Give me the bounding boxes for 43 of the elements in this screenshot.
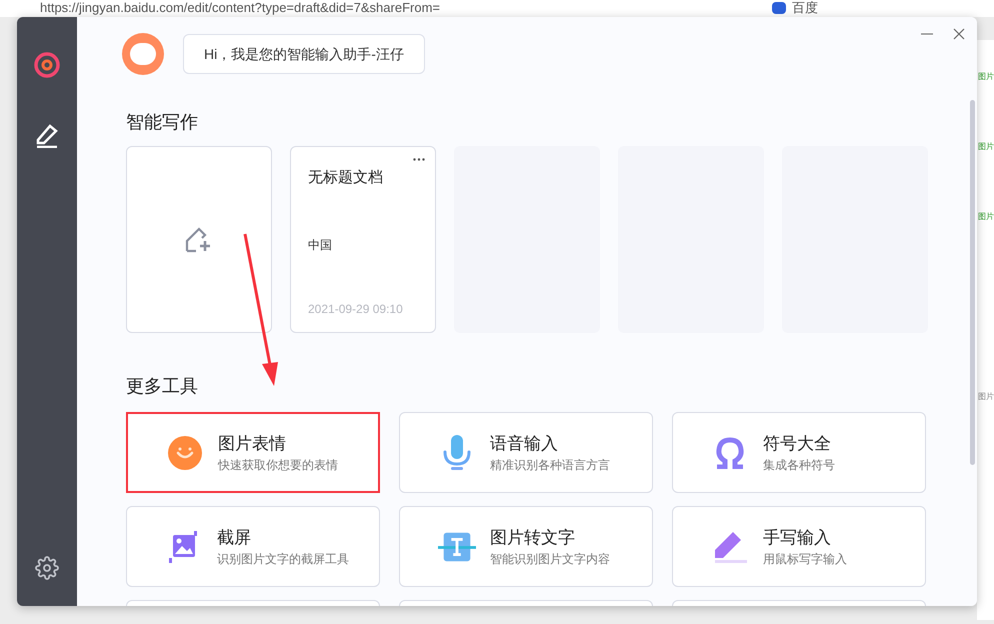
tool-name: 图片表情 — [218, 432, 287, 455]
search-engine-icon — [772, 2, 786, 14]
tool-card[interactable]: 图片表情 快速获取你想要的表情 — [126, 412, 380, 493]
document-excerpt: 中国 — [308, 236, 333, 254]
pencil-icon — [712, 530, 748, 564]
tool-description: 精准识别各种语言方言 — [490, 457, 610, 474]
section-title: 更多工具 — [126, 375, 199, 398]
tool-name: 图片转文字 — [490, 526, 576, 549]
smiley-icon — [168, 436, 202, 470]
tool-description: 识别图片文字的截屏工具 — [217, 551, 349, 568]
tool-description: 用鼠标写字输入 — [763, 551, 847, 568]
page-label: 图片 — [978, 72, 994, 82]
greeting-bubble: Hi，我是您的智能输入助手-汪仔 — [183, 34, 425, 74]
page-label: 图片 — [978, 392, 994, 402]
pen-icon[interactable] — [34, 122, 60, 148]
tool-card[interactable]: 语音输入 精准识别各种语言方言 — [399, 412, 653, 493]
search-engine-label[interactable]: 百度 — [792, 0, 818, 15]
url-text[interactable]: https://jingyan.baidu.com/edit/content?type=draft&did=7&shareFrom= — [40, 0, 440, 15]
tool-name: 截屏 — [217, 526, 252, 549]
tool-card[interactable]: 符号大全 集成各种符号 — [672, 412, 926, 493]
tool-name: 符号大全 — [763, 432, 832, 455]
page-label: 图片 — [978, 142, 994, 152]
scan-text-icon — [438, 530, 476, 562]
page-label: 图片 — [978, 212, 994, 222]
tool-card[interactable]: 图片转文字 智能识别图片文字内容 — [399, 506, 653, 587]
document-card[interactable]: 无标题文档 中国 2021-09-29 09:10 — [290, 146, 436, 333]
tool-name: 手写输入 — [763, 526, 832, 549]
settings-icon[interactable] — [35, 556, 59, 580]
document-title: 无标题文档 — [308, 168, 384, 188]
document-date: 2021-09-29 09:10 — [308, 301, 404, 318]
tool-description: 集成各种符号 — [763, 457, 835, 474]
section-title: 智能写作 — [126, 111, 199, 134]
target-icon[interactable] — [34, 52, 60, 78]
microphone-icon — [442, 434, 472, 472]
add-document-icon — [185, 226, 213, 252]
tool-card[interactable]: 手写输入 用鼠标写字输入 — [672, 506, 926, 587]
tool-name: 语音输入 — [490, 432, 559, 455]
tool-description: 快速获取你想要的表情 — [218, 457, 338, 474]
close-icon[interactable] — [953, 28, 965, 40]
tool-card[interactable]: 截屏 识别图片文字的截屏工具 — [126, 506, 380, 587]
tool-description: 智能识别图片文字内容 — [490, 551, 610, 568]
more-icon[interactable] — [413, 158, 425, 161]
assistant-avatar — [122, 33, 164, 75]
